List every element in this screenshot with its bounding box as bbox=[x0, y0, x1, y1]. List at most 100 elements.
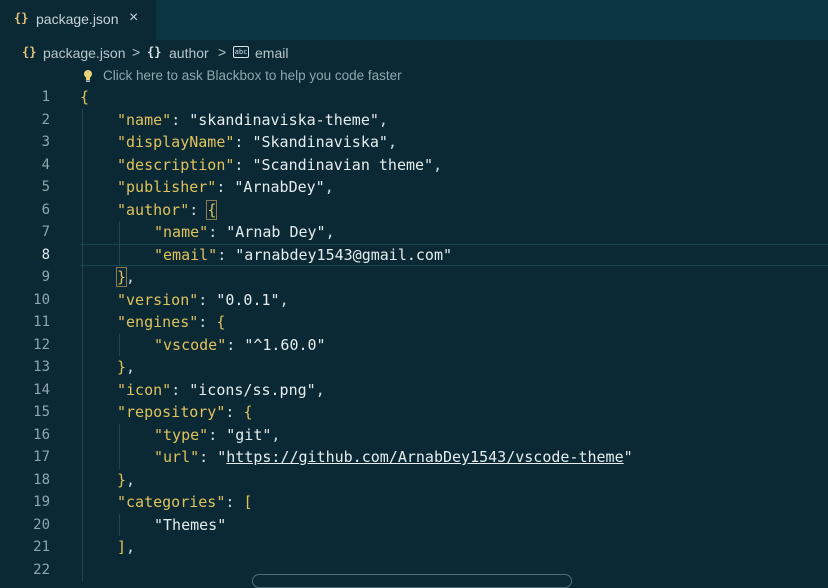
line-number: 3 bbox=[41, 134, 50, 150]
line-number: 22 bbox=[33, 561, 50, 578]
line-source: "engines": { bbox=[117, 311, 225, 334]
code-line[interactable]: 4 "description": "Scandinavian theme", bbox=[0, 154, 828, 177]
line-number: 7 bbox=[41, 224, 50, 240]
line-source: "name": "Arnab Dey", bbox=[154, 221, 335, 244]
json-key: "type" bbox=[154, 425, 209, 444]
code-line[interactable]: 10 "version": "0.0.1", bbox=[0, 289, 828, 312]
tab-bar-empty-area[interactable] bbox=[156, 0, 828, 40]
line-number: 19 bbox=[33, 494, 50, 510]
code-line[interactable]: 13}, bbox=[0, 356, 828, 379]
punctuation: , bbox=[324, 178, 334, 196]
json-key: "repository" bbox=[117, 403, 226, 421]
line-source: "version": "0.0.1", bbox=[117, 289, 289, 312]
json-string: "Scandinavian theme" bbox=[252, 155, 434, 174]
line-number: 9 bbox=[41, 269, 50, 285]
code-line[interactable]: 17 "url": "https://github.com/ArnabDey154… bbox=[0, 446, 828, 469]
punctuation: : bbox=[225, 403, 244, 421]
code-line[interactable]: 3 "displayName": "Skandinaviska", bbox=[0, 131, 828, 154]
line-number: 5 bbox=[41, 179, 50, 195]
json-key: "displayName" bbox=[117, 133, 235, 151]
line-source: "description": "Scandinavian theme", bbox=[117, 154, 442, 177]
line-number: 16 bbox=[33, 426, 50, 443]
braces-icon: {} bbox=[14, 11, 29, 25]
blackbox-hint-text: Click here to ask Blackbox to help you c… bbox=[103, 68, 402, 83]
line-source: "publisher": "ArnabDey", bbox=[117, 176, 334, 199]
line-source: "url": "https://github.com/ArnabDey1543/… bbox=[154, 446, 633, 469]
punctuation: : bbox=[208, 425, 227, 444]
code-line[interactable]: 14 "icon": "icons/ss.png", bbox=[0, 379, 828, 402]
code-line[interactable]: 21], bbox=[0, 536, 828, 559]
breadcrumb: {} package.json > {} author > abc email bbox=[0, 40, 828, 66]
chevron-right-icon: > bbox=[132, 44, 141, 60]
json-string: " bbox=[623, 448, 633, 466]
json-string: "icons/ss.png" bbox=[189, 380, 316, 399]
line-number: 4 bbox=[41, 156, 50, 173]
punctuation: ] bbox=[117, 538, 127, 556]
json-string: "arnabdey1543@gmail.com" bbox=[235, 245, 453, 264]
code-line[interactable]: 1{ bbox=[0, 86, 828, 109]
horizontal-scrollbar[interactable] bbox=[252, 574, 572, 588]
breadcrumb-item-author[interactable]: author bbox=[169, 45, 209, 61]
punctuation: , bbox=[279, 290, 289, 309]
string-icon: abc bbox=[233, 46, 249, 58]
json-key: "author" bbox=[117, 200, 190, 219]
json-key: "email" bbox=[154, 245, 218, 264]
line-source: }, bbox=[115, 266, 135, 289]
line-source: }, bbox=[117, 469, 135, 492]
indent-guide bbox=[82, 108, 83, 581]
code-line[interactable]: 15 "repository": { bbox=[0, 401, 828, 424]
punctuation: : bbox=[208, 223, 227, 241]
punctuation: : bbox=[217, 245, 236, 264]
code-line[interactable]: 18}, bbox=[0, 469, 828, 492]
line-number: 6 bbox=[41, 201, 50, 218]
punctuation: , bbox=[325, 223, 335, 241]
url-link[interactable]: https://github.com/ArnabDey1543/vscode-t… bbox=[226, 448, 623, 466]
line-number: 11 bbox=[33, 314, 50, 330]
code-line[interactable]: 16 "type": "git", bbox=[0, 424, 828, 447]
line-number: 10 bbox=[33, 291, 50, 308]
json-key: "icon" bbox=[117, 380, 172, 399]
punctuation: , bbox=[126, 470, 136, 489]
code-line[interactable]: 2 "name": "skandinaviska-theme", bbox=[0, 109, 828, 132]
indent-guide bbox=[119, 423, 120, 469]
json-string: "Arnab Dey" bbox=[226, 223, 326, 241]
code-line[interactable]: 11 "engines": { bbox=[0, 311, 828, 334]
json-key: "vscode" bbox=[154, 335, 227, 354]
punctuation: , bbox=[315, 380, 325, 399]
code-line[interactable]: 9}, bbox=[0, 266, 828, 289]
code-line[interactable]: 12 "vscode": "^1.60.0" bbox=[0, 334, 828, 357]
line-source: "vscode": "^1.60.0" bbox=[154, 334, 326, 357]
close-icon[interactable]: × bbox=[129, 9, 138, 27]
breadcrumb-item-package-json[interactable]: package.json bbox=[43, 45, 126, 61]
line-number: 12 bbox=[33, 336, 50, 353]
code-line[interactable]: 8 "email": "arnabdey1543@gmail.com" bbox=[0, 243, 828, 266]
code-line[interactable]: 6 "author": { bbox=[0, 199, 828, 222]
line-number: 18 bbox=[33, 471, 50, 488]
line-number: 20 bbox=[33, 516, 50, 533]
line-source: { bbox=[80, 86, 89, 109]
json-key: "url" bbox=[154, 448, 200, 466]
line-source: }, bbox=[117, 356, 135, 379]
code-line[interactable]: 20 "Themes" bbox=[0, 514, 828, 537]
punctuation: } bbox=[115, 267, 128, 287]
punctuation: : bbox=[234, 133, 253, 151]
json-key: "categories" bbox=[117, 493, 226, 511]
line-source: "Themes" bbox=[154, 514, 226, 537]
json-string: "0.0.1" bbox=[216, 290, 280, 309]
line-number: 13 bbox=[33, 359, 50, 375]
punctuation: { bbox=[243, 403, 253, 421]
punctuation: : bbox=[234, 155, 253, 174]
code-line[interactable]: 7 "name": "Arnab Dey", bbox=[0, 221, 828, 244]
json-key: "name" bbox=[154, 223, 209, 241]
punctuation: { bbox=[216, 313, 226, 331]
json-key: "engines" bbox=[117, 313, 199, 331]
punctuation: : bbox=[198, 313, 217, 331]
line-source: "name": "skandinaviska-theme", bbox=[117, 109, 388, 132]
line-number: 1 bbox=[41, 89, 50, 105]
punctuation: : bbox=[198, 290, 217, 309]
tab-package-json[interactable]: {} package.json × bbox=[0, 0, 156, 40]
breadcrumb-item-email[interactable]: email bbox=[255, 45, 288, 61]
code-line[interactable]: 19 "categories": [ bbox=[0, 491, 828, 514]
json-string: "^1.60.0" bbox=[244, 335, 326, 354]
code-line[interactable]: 5 "publisher": "ArnabDey", bbox=[0, 176, 828, 199]
